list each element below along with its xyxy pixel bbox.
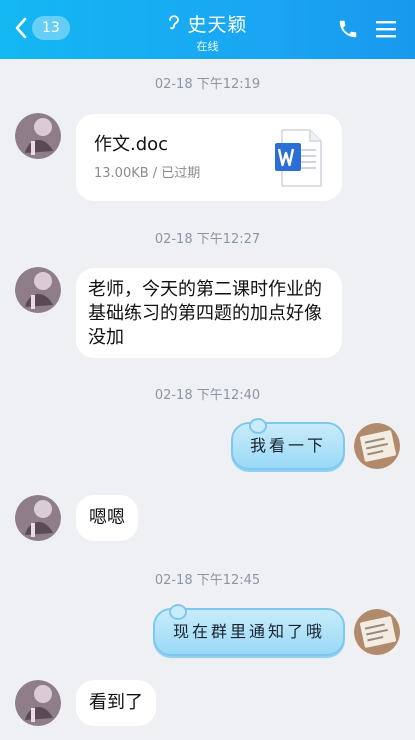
contact-avatar[interactable] bbox=[15, 113, 61, 159]
contact-avatar[interactable] bbox=[15, 680, 61, 726]
ear-icon bbox=[167, 13, 181, 35]
file-message[interactable]: 作文.doc 13.00KB / 已过期 bbox=[76, 114, 342, 201]
chat-header: 13 史天颖 在线 bbox=[0, 0, 415, 59]
message-text: 老师，今天的第二课时作业的基础练习的第四题的加点好像没加 bbox=[88, 279, 322, 348]
contact-avatar[interactable] bbox=[15, 495, 61, 541]
outgoing-sticker-message[interactable]: 现在群里通知了哦 bbox=[153, 604, 345, 656]
message-text: 现在群里通知了哦 bbox=[172, 622, 325, 641]
file-name: 作文.doc bbox=[94, 134, 169, 155]
incoming-message[interactable]: 嗯嗯 bbox=[76, 495, 138, 541]
word-document-icon bbox=[274, 129, 322, 192]
contact-name: 史天颖 bbox=[187, 14, 248, 36]
timestamp: 02-18 下午12:19 bbox=[154, 77, 261, 92]
timestamp: 02-18 下午12:40 bbox=[154, 388, 261, 403]
file-meta: 13.00KB / 已过期 bbox=[94, 166, 201, 181]
phone-icon bbox=[337, 20, 359, 44]
contact-avatar[interactable] bbox=[15, 267, 61, 313]
menu-button[interactable] bbox=[375, 19, 397, 43]
menu-icon bbox=[375, 21, 397, 43]
bubble-decoration bbox=[249, 418, 267, 434]
timestamp: 02-18 下午12:45 bbox=[154, 573, 261, 588]
outgoing-sticker-message[interactable]: 我看一下 bbox=[231, 418, 345, 470]
my-avatar[interactable] bbox=[354, 423, 400, 469]
call-button[interactable] bbox=[337, 18, 359, 44]
message-text: 嗯嗯 bbox=[89, 507, 125, 528]
bubble-decoration bbox=[169, 604, 187, 620]
incoming-message[interactable]: 看到了 bbox=[76, 680, 156, 726]
timestamp: 02-18 下午12:27 bbox=[154, 232, 261, 247]
incoming-message[interactable]: 老师，今天的第二课时作业的基础练习的第四题的加点好像没加 bbox=[76, 268, 342, 358]
message-text: 我看一下 bbox=[249, 436, 326, 455]
my-avatar[interactable] bbox=[354, 609, 400, 655]
message-text: 看到了 bbox=[89, 692, 143, 713]
